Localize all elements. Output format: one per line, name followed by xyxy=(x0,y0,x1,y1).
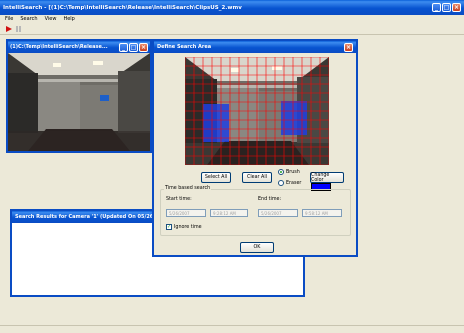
menu-search[interactable]: Search xyxy=(20,16,37,23)
camera-minimize-button[interactable] xyxy=(119,42,128,52)
start-time-picker[interactable]: 9:28:12 AM xyxy=(210,209,248,217)
menu-view[interactable]: View xyxy=(45,16,57,23)
ignore-time-check-box[interactable]: ✓ xyxy=(166,224,172,230)
camera-close-button[interactable] xyxy=(139,42,148,52)
end-time-picker[interactable]: 9:58:12 AM xyxy=(302,209,342,217)
office-scene-image xyxy=(8,53,150,151)
menu-help[interactable]: Help xyxy=(63,16,74,23)
time-search-legend: Time based search xyxy=(164,186,212,191)
ignore-time-label: Ignore time xyxy=(174,224,202,230)
start-time-label: Start time: xyxy=(166,197,192,202)
menu-bar: File Search View Help xyxy=(0,15,464,24)
dialog-title: Define Search Area xyxy=(157,44,212,50)
dialog-title-bar[interactable]: Define Search Area xyxy=(154,41,356,53)
eraser-label: Eraser xyxy=(286,180,302,186)
play-icon[interactable] xyxy=(6,26,12,32)
ignore-time-checkbox[interactable]: ✓ Ignore time xyxy=(166,224,202,230)
select-all-button[interactable]: Select All xyxy=(201,172,231,183)
camera-window-title: (1)C:\Temp\IntelliSearch\Release... xyxy=(10,44,108,50)
end-date-picker[interactable]: 5/26/2007 xyxy=(258,209,298,217)
search-area-canvas[interactable] xyxy=(185,57,329,165)
minimize-button[interactable] xyxy=(432,3,441,12)
eraser-radio[interactable]: Eraser xyxy=(278,180,301,186)
camera-maximize-button[interactable] xyxy=(129,42,138,52)
toolbar xyxy=(0,24,464,35)
maximize-button[interactable] xyxy=(442,3,451,12)
define-search-area-dialog[interactable]: Define Search Area × Select All Clear Al… xyxy=(152,39,358,257)
close-button[interactable] xyxy=(452,3,461,12)
camera-window-title-bar[interactable]: (1)C:\Temp\IntelliSearch\Release... xyxy=(8,41,150,53)
app-title: IntelliSearch - [(1)C:\Temp\IntelliSearc… xyxy=(3,4,242,11)
brush-radio-dot[interactable] xyxy=(278,169,284,175)
ok-button[interactable]: OK xyxy=(240,242,274,253)
start-date-picker[interactable]: 5/26/2007 xyxy=(166,209,206,217)
clear-all-button[interactable]: Clear All xyxy=(242,172,272,183)
end-time-label: End time: xyxy=(258,197,282,202)
change-color-button[interactable]: Change Color xyxy=(310,172,344,183)
main-title-bar[interactable]: IntelliSearch - [(1)C:\Temp\IntelliSearc… xyxy=(0,0,464,15)
pause-icon[interactable] xyxy=(16,26,21,32)
camera-video-frame xyxy=(8,53,150,151)
dialog-close-button[interactable] xyxy=(344,42,353,52)
brush-label: Brush xyxy=(286,169,300,175)
brush-radio[interactable]: Brush xyxy=(278,169,300,175)
eraser-radio-dot[interactable] xyxy=(278,180,284,186)
selected-area-right xyxy=(281,101,307,135)
selected-area-left xyxy=(203,104,229,142)
menu-file[interactable]: File xyxy=(5,16,13,23)
status-bar xyxy=(0,325,464,333)
search-results-title: Search Results for Camera '1' (Updated O… xyxy=(15,214,170,220)
camera-window[interactable]: (1)C:\Temp\IntelliSearch\Release... xyxy=(6,39,152,153)
search-area-image xyxy=(185,57,329,165)
